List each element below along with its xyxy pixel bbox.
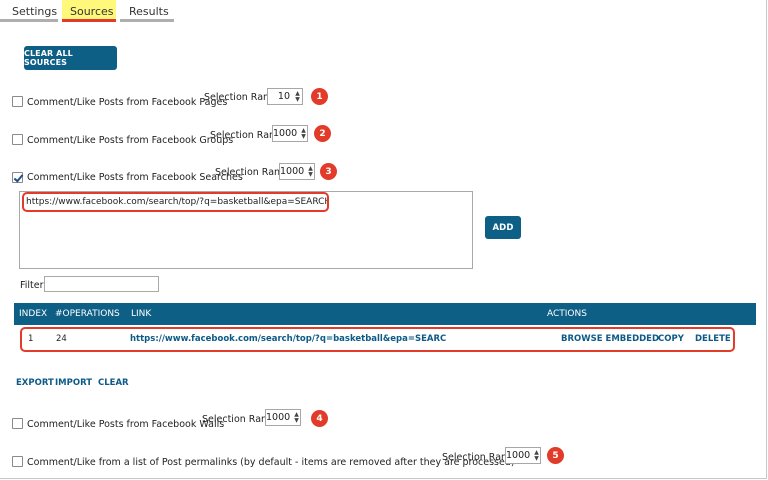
- col-index: INDEX: [19, 309, 48, 319]
- walls-rank-stepper[interactable]: 1000 ▲ ▼: [265, 409, 301, 426]
- groups-rank-label: Selection Rank: [210, 130, 281, 141]
- browse-embedded-link[interactable]: BROWSE EMBEDDED: [561, 334, 659, 344]
- tab-sources[interactable]: Sources: [62, 0, 116, 22]
- searches-rank-value: 1000: [280, 166, 305, 177]
- up-down-arrows-icon[interactable]: ▲ ▼: [293, 410, 300, 425]
- walls-checkbox[interactable]: [12, 418, 23, 429]
- badge-3: 3: [320, 163, 337, 180]
- clear-all-sources-button[interactable]: CLEAR ALL SOURCES: [24, 46, 117, 70]
- export-link[interactable]: EXPORT: [16, 378, 54, 388]
- up-down-arrows-icon[interactable]: ▲ ▼: [307, 164, 314, 179]
- walls-rank-label: Selection Rank: [202, 414, 273, 425]
- searches-rank-label: Selection Rank: [215, 167, 286, 178]
- add-button[interactable]: ADD: [485, 216, 521, 239]
- copy-link[interactable]: COPY: [658, 334, 684, 344]
- col-operations: #OPERATIONS: [55, 309, 120, 319]
- walls-rank-value: 1000: [266, 412, 291, 423]
- col-actions: ACTIONS: [547, 309, 587, 319]
- badge-2: 2: [314, 125, 331, 142]
- groups-checkbox[interactable]: [12, 134, 23, 145]
- searches-checkbox[interactable]: [12, 172, 23, 183]
- clear-link[interactable]: CLEAR: [98, 378, 129, 388]
- pages-rank-label: Selection Rank: [204, 92, 275, 103]
- pages-label: Comment/Like Posts from Facebook Pages: [27, 97, 228, 108]
- import-link[interactable]: IMPORT: [55, 378, 92, 388]
- row-index: 1: [28, 334, 34, 344]
- up-down-arrows-icon[interactable]: ▲ ▼: [533, 448, 540, 463]
- pages-checkbox[interactable]: [12, 96, 23, 107]
- pages-rank-value: 10: [277, 91, 290, 102]
- up-down-arrows-icon[interactable]: ▲ ▼: [293, 89, 302, 104]
- row-link[interactable]: https://www.facebook.com/search/top/?q=b…: [130, 334, 446, 344]
- tab-results[interactable]: Results: [120, 0, 174, 22]
- search-url-value[interactable]: https://www.facebook.com/search/top/?q=b…: [22, 192, 329, 212]
- searches-label: Comment/Like Posts from Facebook Searche…: [27, 172, 243, 183]
- up-down-arrows-icon[interactable]: ▲ ▼: [300, 126, 307, 141]
- col-link: LINK: [131, 309, 152, 319]
- filter-input[interactable]: [44, 276, 159, 292]
- tab-settings[interactable]: Settings: [0, 0, 58, 22]
- badge-4: 4: [311, 410, 328, 427]
- row-operations: 24: [56, 334, 67, 344]
- permalinks-rank-value: 1000: [506, 450, 531, 461]
- permalinks-rank-stepper[interactable]: 1000 ▲ ▼: [505, 447, 541, 464]
- badge-5: 5: [547, 447, 564, 464]
- walls-label: Comment/Like Posts from Facebook Walls: [27, 419, 225, 430]
- filter-label: Filter:: [20, 280, 47, 291]
- groups-rank-stepper[interactable]: 1000 ▲ ▼: [272, 125, 308, 142]
- searches-rank-stepper[interactable]: 1000 ▲ ▼: [279, 163, 315, 180]
- badge-1: 1: [311, 88, 328, 105]
- tab-bar: Settings Sources Results: [0, 0, 178, 24]
- permalinks-checkbox[interactable]: [12, 456, 23, 467]
- sources-table-header: INDEX #OPERATIONS LINK ACTIONS: [14, 303, 756, 325]
- delete-link[interactable]: DELETE: [695, 334, 731, 344]
- permalinks-rank-label: Selection Rank: [442, 452, 513, 463]
- groups-rank-value: 1000: [273, 128, 298, 139]
- pages-rank-stepper[interactable]: 10 ▲ ▼: [267, 88, 303, 105]
- groups-label: Comment/Like Posts from Facebook Groups: [27, 135, 234, 146]
